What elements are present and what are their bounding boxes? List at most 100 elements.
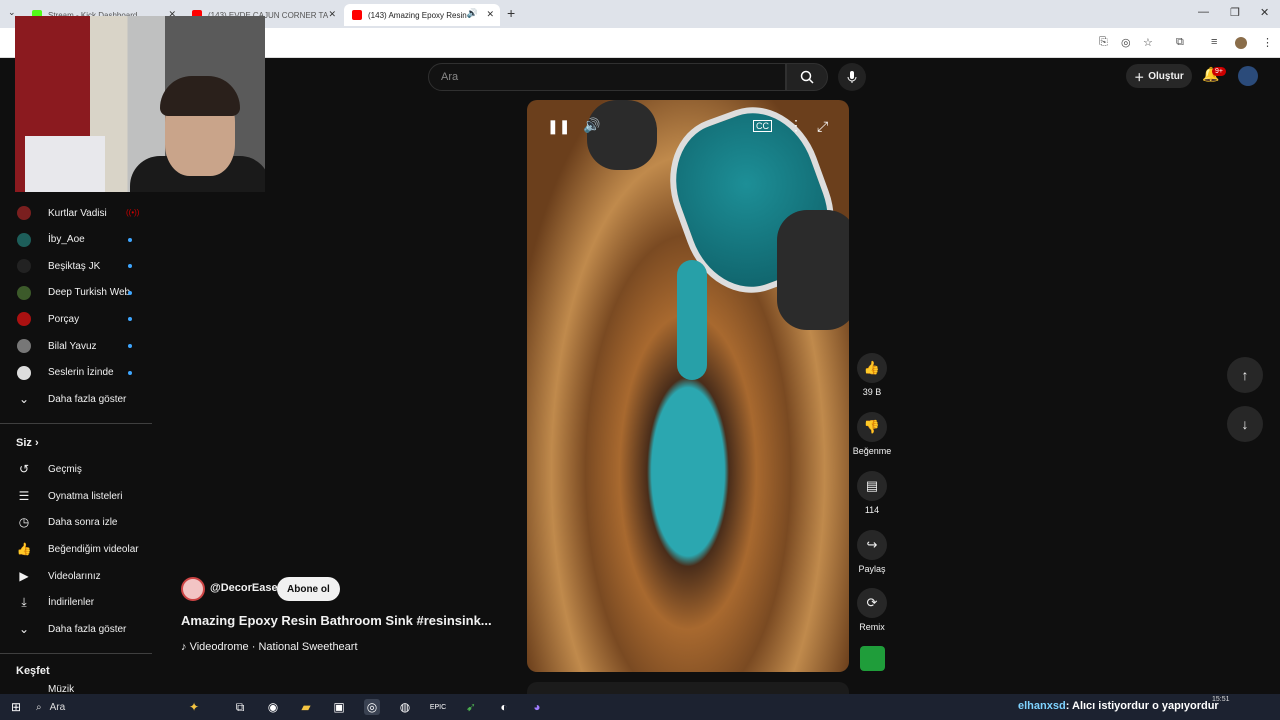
previous-short-button[interactable]: ↑ [1227, 357, 1263, 393]
close-icon[interactable]: ✕ [328, 9, 336, 20]
subscribe-button[interactable]: Abone ol [277, 577, 340, 601]
task-view-icon[interactable]: ⧉ [232, 699, 248, 715]
store-icon[interactable]: ▣ [331, 699, 347, 715]
steam-icon[interactable]: ◉ [265, 699, 281, 715]
create-button[interactable]: ＋ Oluştur [1126, 64, 1192, 88]
captions-icon[interactable]: CC [753, 120, 772, 132]
comment-count: 114 [864, 505, 880, 515]
epic-games-icon[interactable]: EPIC [430, 699, 446, 715]
restore-icon[interactable]: ❐ [1230, 6, 1240, 19]
chat-message: : Alıcı istiyordur o yapıyordur [1065, 700, 1219, 712]
search-icon: ⌕ [36, 701, 42, 713]
like-count: 39 B [862, 387, 882, 397]
extensions-icon[interactable]: ⧉ [1176, 36, 1184, 49]
sidebar-item-subscription[interactable]: İby_Aoe [16, 230, 85, 250]
playlist-icon: ☰ [18, 489, 30, 503]
notification-badge: 9+ [1212, 67, 1226, 76]
sidebar-item-subscription[interactable]: Kurtlar Vadisi [16, 203, 107, 223]
fullscreen-icon[interactable]: ⤢ [817, 118, 828, 135]
show-more-subs[interactable]: ⌄ Daha fazla göster [16, 389, 126, 409]
speaker-icon[interactable]: 🔊 [467, 8, 478, 19]
sidebar-item-music[interactable]: Müzik [16, 684, 74, 694]
music-icon [16, 684, 32, 694]
sidebar-item-playlists[interactable]: ☰ Oynatma listeleri [16, 486, 123, 506]
close-icon[interactable]: ✕ [486, 9, 494, 20]
sidebar-item-label: İndirilenler [48, 596, 95, 608]
like-button[interactable]: 👍 39 B [852, 353, 892, 397]
sidebar-item-history[interactable]: ↺ Geçmiş [16, 459, 82, 479]
channel-name[interactable]: @DecorEase [210, 582, 278, 594]
discord-icon[interactable]: ◕ [529, 699, 545, 715]
search-button[interactable] [786, 63, 828, 91]
show-more-you[interactable]: ⌄ Daha fazla göster [16, 619, 126, 639]
new-content-dot [128, 290, 132, 295]
you-section-title[interactable]: Siz › [16, 437, 39, 449]
sidebar-item-subscription[interactable]: Porçay [16, 309, 79, 329]
windows-start-icon[interactable]: ⊞ [8, 699, 24, 715]
install-icon[interactable]: ⎘ [1099, 36, 1108, 49]
app-icon[interactable]: ◐ [496, 699, 512, 715]
divider [0, 653, 152, 654]
comments-button[interactable]: ▤ 114 [852, 471, 892, 515]
dislike-button[interactable]: 👎 Beğenme [852, 412, 892, 456]
video-title[interactable]: Amazing Epoxy Resin Bathroom Sink #resin… [181, 613, 501, 628]
chat-ticker: elhanxsd: Alıcı istiyordur o yapıyordur [1018, 700, 1219, 712]
sidebar-item-subscription[interactable]: Beşiktaş JK [16, 256, 100, 276]
music-note-icon: ♪ [181, 641, 190, 653]
next-short-button[interactable]: ↓ [1227, 406, 1263, 442]
pause-icon[interactable]: ❚❚ [547, 118, 570, 135]
thumb-up-icon: 👍 [857, 353, 887, 383]
thumb-up-icon: 👍 [16, 542, 32, 556]
new-tab-button[interactable]: + [507, 5, 515, 21]
remix-button[interactable]: ⟳ Remix [852, 588, 892, 632]
webcam-overlay [15, 16, 265, 192]
sidebar-item-your-videos[interactable]: ▶ Videolarınız [16, 566, 101, 586]
sidebar-item-label: Oynatma listeleri [48, 490, 123, 502]
search-input[interactable]: Ara [428, 63, 786, 91]
sound-link[interactable]: ♪ Videodrome · National Sweetheart [181, 641, 358, 653]
app-icon[interactable]: ➹ [463, 699, 479, 715]
tab-epoxy[interactable]: (143) Amazing Epoxy Resin 🔊 ✕ [344, 4, 500, 26]
thumb-down-icon: 👎 [857, 412, 887, 442]
next-short-preview[interactable] [527, 682, 849, 694]
channel-avatar-icon [16, 258, 32, 274]
sound-thumbnail[interactable] [860, 646, 885, 671]
sidebar-item-subscription[interactable]: Deep Turkish Web [16, 283, 130, 303]
sidebar-item-watch-later[interactable]: ◷ Daha sonra izle [16, 512, 118, 532]
glove [777, 210, 849, 330]
arrow-up-icon: ↑ [1241, 367, 1249, 383]
video-icon: ▶ [19, 569, 29, 583]
eye-off-icon[interactable]: ◎ [1121, 36, 1131, 49]
profile-icon[interactable] [1235, 37, 1247, 49]
media-icon[interactable]: ≡ [1211, 36, 1217, 48]
sidebar-item-downloads[interactable]: ⤓ İndirilenler [16, 592, 94, 612]
sidebar-item-label: Kurtlar Vadisi [48, 207, 107, 219]
channel-avatar-icon [16, 205, 32, 221]
avatar[interactable] [1238, 66, 1258, 86]
voice-search-button[interactable] [838, 63, 866, 91]
minimize-icon[interactable]: — [1198, 6, 1209, 18]
tab-title: (143) Amazing Epoxy Resin [368, 10, 467, 20]
taskbar-search-label: Ara [49, 701, 66, 713]
copilot-icon[interactable]: ✦ [186, 699, 202, 715]
short-video-player[interactable]: ❚❚ 🔊 CC ⋮ ⤢ [527, 100, 849, 672]
volume-icon[interactable]: 🔊 [583, 117, 600, 134]
menu-icon[interactable]: ⋮ [1262, 36, 1273, 49]
folder-icon[interactable]: ▰ [298, 699, 314, 715]
more-icon[interactable]: ⋮ [789, 117, 803, 134]
chevron-down-icon: ⌄ [18, 622, 30, 636]
share-button[interactable]: ↪ Paylaş [852, 530, 892, 574]
sidebar-item-label: Videolarınız [48, 570, 101, 582]
search-icon [800, 70, 814, 84]
close-window-icon[interactable]: ✕ [1260, 6, 1269, 19]
obs-icon[interactable]: ◍ [397, 699, 413, 715]
channel-avatar[interactable] [181, 577, 205, 601]
sidebar-item-label: Beşiktaş JK [48, 260, 101, 272]
star-icon[interactable]: ☆ [1143, 36, 1153, 49]
sidebar-item-subscription[interactable]: Bilal Yavuz [16, 336, 97, 356]
sidebar-item-subscription[interactable]: Seslerin İzinde [16, 363, 114, 383]
sidebar-item-liked[interactable]: 👍 Beğendiğim videolar [16, 539, 139, 559]
channel-avatar-icon [16, 365, 32, 381]
show-more-label: Daha fazla göster [48, 623, 127, 635]
chrome-icon[interactable]: ◎ [364, 699, 380, 715]
